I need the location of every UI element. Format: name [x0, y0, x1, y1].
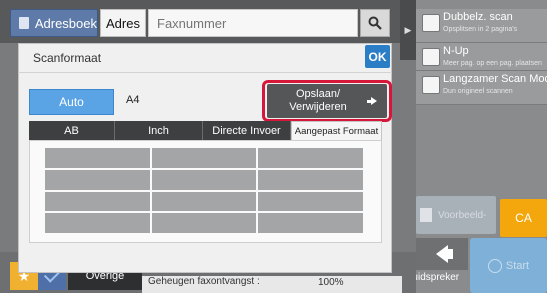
custom-size-slot[interactable] — [258, 148, 363, 168]
preview-button[interactable]: Voorbeeld- — [416, 196, 496, 234]
option-subtitle: Meer pag. op een pag. plaatsen — [443, 60, 542, 67]
address-book-label: Adresboek — [34, 15, 97, 31]
start-icon — [487, 258, 502, 273]
option-duplex-scan[interactable]: Dubbelz. scan Opsplitsen in 2 pagina's — [416, 9, 547, 43]
custom-size-slot[interactable] — [45, 148, 150, 168]
address-button[interactable]: Adres — [100, 9, 146, 37]
tab-custom-size[interactable]: Aangepast Formaat — [291, 121, 382, 140]
status-text: Geheugen faxontvangst : — [148, 276, 260, 287]
option-subtitle: Opsplitsen in 2 pagina's — [443, 26, 518, 33]
ok-button[interactable]: OK — [365, 45, 390, 68]
address-book-icon — [19, 17, 29, 29]
clear-all-button[interactable]: CA — [500, 199, 547, 237]
auto-button[interactable]: Auto — [29, 89, 114, 115]
custom-size-slot[interactable] — [258, 213, 363, 233]
custom-size-slot[interactable] — [45, 213, 150, 233]
address-book-button[interactable]: Adresboek — [10, 9, 98, 37]
start-button[interactable]: Start — [470, 238, 547, 293]
tab-direct-input[interactable]: Directe Invoer — [203, 121, 291, 140]
custom-size-slot[interactable] — [151, 213, 257, 233]
option-title: Langzamer Scan Mode. — [443, 73, 547, 85]
speaker-button[interactable] — [416, 238, 468, 270]
option-slow-scan[interactable]: Langzamer Scan Mode. Dun origineel scann… — [416, 71, 547, 105]
custom-size-slot[interactable] — [258, 169, 363, 190]
option-title: N-Up — [443, 45, 469, 57]
custom-size-slot[interactable] — [151, 169, 257, 190]
tab-ab[interactable]: AB — [29, 121, 115, 140]
fax-number-input[interactable] — [148, 9, 358, 37]
search-button[interactable] — [360, 9, 390, 37]
size-tabs: AB Inch Directe Invoer Aangepast Formaat — [29, 121, 382, 140]
option-title: Dubbelz. scan — [443, 11, 513, 23]
checkbox-icon[interactable] — [422, 76, 440, 94]
divider — [18, 72, 392, 73]
preview-label: Voorbeeld- — [438, 209, 487, 221]
speaker-icon — [436, 245, 453, 263]
preview-icon — [420, 208, 432, 222]
custom-size-slot[interactable] — [151, 148, 257, 168]
custom-size-slot[interactable] — [45, 169, 150, 190]
chevron-right-icon: ▶ — [404, 24, 412, 35]
custom-size-grid — [45, 148, 363, 233]
expand-panel-toggle[interactable]: ▶ — [400, 0, 416, 60]
checkbox-icon[interactable] — [422, 48, 440, 66]
checkbox-icon[interactable] — [422, 14, 440, 32]
highlight-frame — [262, 80, 392, 122]
start-label: Start — [505, 259, 530, 272]
status-value: 100% — [318, 277, 344, 288]
fax-memory-status: Geheugen faxontvangst : 100% — [142, 276, 402, 293]
custom-size-slot[interactable] — [45, 191, 150, 212]
size-value: A4 — [126, 94, 140, 106]
custom-size-slot[interactable] — [151, 191, 257, 212]
tab-inch[interactable]: Inch — [115, 121, 203, 140]
option-n-up[interactable]: N-Up Meer pag. op een pag. plaatsen — [416, 43, 547, 71]
dialog-title: Scanformaat — [33, 51, 102, 65]
option-subtitle: Dun origineel scannen — [443, 88, 513, 95]
search-icon — [368, 16, 382, 30]
custom-size-slot[interactable] — [258, 191, 363, 212]
